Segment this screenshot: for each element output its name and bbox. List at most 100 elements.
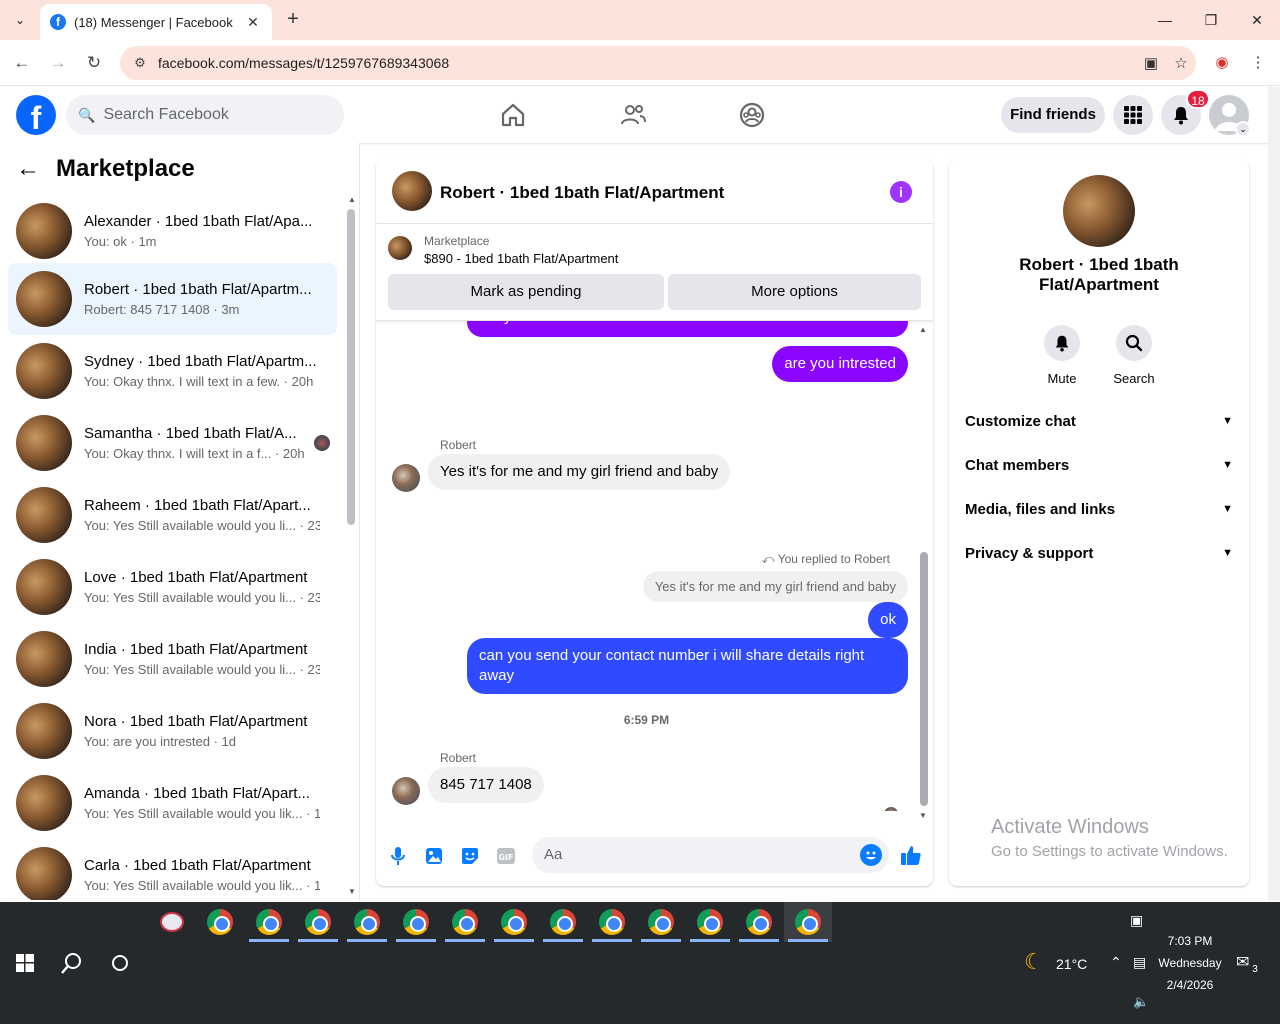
info-icon[interactable]: i (890, 181, 912, 203)
chat-scrollbar[interactable] (920, 552, 928, 806)
thumbs-up-icon[interactable] (899, 843, 923, 867)
chrome-profile-icon[interactable] (392, 902, 440, 942)
scroll-down-arrow-icon[interactable]: ▼ (348, 887, 356, 896)
sticker-icon[interactable] (459, 845, 481, 867)
site-info-icon[interactable]: ⚙ (128, 55, 152, 71)
paint-app-icon[interactable] (148, 902, 196, 942)
find-friends-button[interactable]: Find friends (1001, 97, 1105, 133)
more-options-button[interactable]: More options (668, 274, 921, 310)
clock-time[interactable]: 7:03 PM (1156, 934, 1224, 948)
conversation-item[interactable]: Carla · 1bed 1bath Flat/Apartment You: Ye… (8, 843, 337, 900)
chrome-profile-icon[interactable] (686, 902, 734, 942)
bookmark-star-icon[interactable]: ☆ (1166, 54, 1196, 72)
menu-grid-icon[interactable] (1113, 95, 1153, 135)
volume-icon[interactable]: 🔈 (1133, 994, 1149, 1010)
facebook-logo-icon[interactable]: f (16, 95, 56, 135)
conversation-item[interactable]: Nora · 1bed 1bath Flat/Apartment You: are… (8, 699, 337, 763)
close-window-button[interactable]: ✕ (1234, 0, 1280, 40)
conversation-item[interactable]: Samantha · 1bed 1bath Flat/A... You: Okay… (8, 411, 337, 475)
tab-search-button[interactable]: ⌄ (8, 8, 32, 32)
outgoing-message[interactable]: are you intrested (772, 346, 908, 382)
back-arrow-icon[interactable]: ← (16, 155, 40, 183)
conversation-item[interactable]: Love · 1bed 1bath Flat/Apartment You: Yes… (8, 555, 337, 619)
chat-members-section[interactable]: Chat members ▼ (965, 445, 1233, 485)
chrome-profile-icon[interactable] (441, 902, 489, 942)
meet-now-icon[interactable]: ▣ (1130, 912, 1143, 929)
customize-chat-section[interactable]: Customize chat ▼ (965, 401, 1233, 441)
outgoing-message[interactable]: can you send your contact number i will … (467, 638, 908, 694)
scroll-down-arrow-icon[interactable]: ▼ (919, 811, 927, 820)
robert-avatar[interactable] (392, 464, 420, 492)
install-app-icon[interactable]: ▣ (1136, 54, 1166, 72)
clock-day[interactable]: Wednesday (1156, 956, 1224, 970)
groups-icon[interactable] (738, 101, 766, 129)
quoted-message[interactable]: Yes it's for me and my girl friend and b… (642, 571, 908, 602)
reload-icon[interactable]: ↻ (82, 51, 106, 75)
search-icon[interactable] (55, 946, 89, 980)
gif-icon[interactable]: GIF (495, 845, 517, 867)
incoming-message[interactable]: 845 717 1408 (428, 767, 544, 803)
chevron-down-icon[interactable]: ⌄ (1235, 121, 1251, 137)
scroll-up-arrow-icon[interactable]: ▲ (919, 325, 927, 334)
tab-close-icon[interactable]: ✕ (244, 14, 262, 31)
chrome-profile-icon-active[interactable] (784, 902, 832, 942)
conversation-list-scrollbar[interactable] (347, 209, 355, 525)
photo-icon[interactable] (423, 845, 445, 867)
mute-button[interactable]: Mute (1027, 325, 1097, 386)
outgoing-message[interactable]: me your contact number and i will share … (467, 321, 908, 337)
browser-menu-icon[interactable]: ⋮ (1246, 51, 1270, 75)
conversation-item[interactable]: Alexander · 1bed 1bath Flat/Apa... You: o… (8, 199, 337, 263)
action-center-icon[interactable]: ✉ (1236, 952, 1249, 972)
conversation-avatar-large[interactable] (1063, 175, 1135, 247)
home-icon[interactable] (499, 101, 527, 129)
message-input[interactable]: Aa (532, 837, 889, 873)
chrome-profile-icon[interactable] (343, 902, 391, 942)
chrome-profile-icon[interactable] (539, 902, 587, 942)
chrome-profile-icon[interactable] (735, 902, 783, 942)
profile-icon[interactable]: ◉ (1210, 51, 1234, 75)
conversation-item[interactable]: India · 1bed 1bath Flat/Apartment You: Ye… (8, 627, 337, 691)
mark-as-pending-button[interactable]: Mark as pending (388, 274, 664, 310)
chrome-profile-icon[interactable] (294, 902, 342, 942)
conversation-item[interactable]: Raheem · 1bed 1bath Flat/Apart... You: Ye… (8, 483, 337, 547)
chrome-profile-icon[interactable] (588, 902, 636, 942)
incoming-message[interactable]: Yes it's for me and my girl friend and b… (428, 454, 731, 490)
outgoing-message[interactable]: ok (868, 602, 908, 638)
new-tab-button[interactable]: + (282, 8, 304, 32)
page-scrollbar[interactable] (1268, 87, 1280, 900)
browser-tab-messenger[interactable]: f (18) Messenger | Facebook ✕ (40, 4, 272, 40)
restore-button[interactable]: ❐ (1188, 0, 1234, 40)
url-text[interactable]: facebook.com/messages/t/1259767689343068 (158, 55, 1136, 71)
conversation-item-active[interactable]: Robert · 1bed 1bath Flat/Apartm... Robert… (8, 263, 337, 335)
microphone-icon[interactable] (387, 845, 409, 867)
chat-title[interactable]: Robert · 1bed 1bath Flat/Apartment (440, 183, 724, 203)
windows-start-icon[interactable] (8, 946, 42, 980)
address-bar[interactable]: ⚙ facebook.com/messages/t/12597676893430… (120, 46, 1196, 80)
conversation-snippet: You: Okay thnx. I will text in a few. · … (84, 374, 314, 389)
chat-avatar[interactable] (392, 171, 432, 211)
chrome-profile-icon[interactable] (490, 902, 538, 942)
weather-temp[interactable]: 21°C (1056, 956, 1087, 972)
robert-avatar[interactable] (392, 777, 420, 805)
scroll-up-arrow-icon[interactable]: ▲ (348, 195, 356, 204)
weather-moon-icon[interactable]: ☾ (1024, 949, 1044, 975)
minimize-button[interactable]: — (1142, 0, 1188, 40)
forward-icon[interactable]: → (46, 51, 70, 75)
search-in-conversation-button[interactable]: Search (1099, 325, 1169, 386)
facebook-search-input[interactable]: 🔍 Search Facebook (66, 95, 344, 135)
media-files-links-section[interactable]: Media, files and links ▼ (965, 489, 1233, 529)
show-hidden-icons-chevron-icon[interactable]: ⌃ (1110, 954, 1122, 971)
conversation-item[interactable]: Amanda · 1bed 1bath Flat/Apart... You: Ye… (8, 771, 337, 835)
listing-price[interactable]: $890 - 1bed 1bath Flat/Apartment (424, 251, 618, 266)
chrome-icon[interactable] (196, 902, 244, 942)
clock-date[interactable]: 2/4/2026 (1156, 978, 1224, 992)
network-icon[interactable]: ▤ (1133, 954, 1146, 971)
cortana-icon[interactable] (103, 946, 137, 980)
emoji-icon[interactable] (860, 844, 882, 866)
friends-icon[interactable] (619, 101, 647, 129)
privacy-support-section[interactable]: Privacy & support ▼ (965, 533, 1233, 573)
conversation-item[interactable]: Sydney · 1bed 1bath Flat/Apartm... You: O… (8, 339, 337, 403)
back-icon[interactable]: ← (10, 51, 34, 75)
chrome-profile-icon[interactable] (245, 902, 293, 942)
chrome-profile-icon[interactable] (637, 902, 685, 942)
